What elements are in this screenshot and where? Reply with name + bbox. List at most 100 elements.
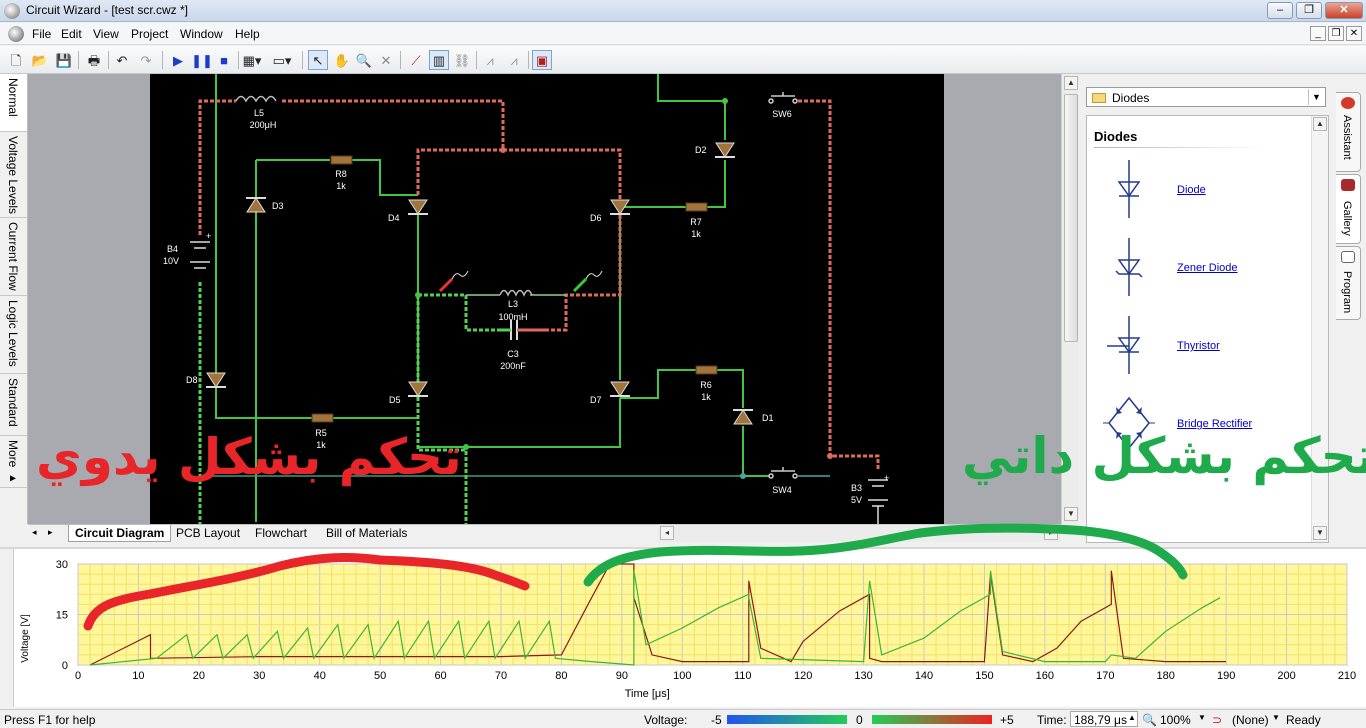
b3-value: 5V [851, 495, 862, 505]
time-up-icon[interactable]: ▲ [1128, 713, 1136, 722]
x-tick-label: 110 [734, 670, 752, 682]
scale-max: +5 [1000, 713, 1014, 727]
component-icon[interactable]: ▭▾ [272, 50, 292, 70]
undo-icon[interactable]: ↶ [112, 50, 132, 70]
zoom-dropdown-icon[interactable]: ▼ [1198, 713, 1206, 722]
pan-icon[interactable]: ✋ [332, 50, 352, 70]
app-window: Circuit Wizard - [test scr.cwz *] – ❐ ✕ … [0, 0, 1366, 728]
wire [798, 99, 880, 470]
x-axis-label: Time [μs] [625, 688, 670, 700]
document-icon[interactable] [8, 26, 24, 42]
r7-label: R7 [690, 217, 702, 227]
voltage-graph[interactable]: 0 10 20 30 40 50 60 70 80 90 100 110 120 130 140 150 160… [0, 549, 1366, 709]
resistor-r6 [695, 365, 718, 375]
menu-project[interactable]: Project [131, 27, 168, 41]
tab-prev-icon[interactable]: ◂ [32, 527, 37, 538]
print-icon[interactable]: 🖶 [84, 50, 104, 70]
x-tick-label: 150 [975, 670, 993, 682]
save-icon[interactable]: 💾 [54, 50, 74, 70]
wire [352, 159, 418, 196]
minimize-button[interactable]: – [1267, 2, 1293, 19]
scroll-down-icon[interactable]: ▼ [1064, 507, 1078, 521]
scroll-left-icon[interactable]: ◂ [660, 526, 674, 540]
mdi-minimize-button[interactable]: _ [1310, 26, 1326, 41]
tab-flowchart[interactable]: Flowchart [249, 525, 313, 542]
view-mode-tabs: Normal Voltage Levels Current Flow Logic… [0, 74, 28, 524]
gallery-icon[interactable]: ▣ [532, 50, 552, 70]
diode-d4 [408, 199, 428, 215]
menu-help[interactable]: Help [235, 27, 260, 41]
mdi-close-button[interactable]: ✕ [1346, 26, 1362, 41]
restore-button[interactable]: ❐ [1296, 2, 1322, 19]
tab-program[interactable]: Program [1336, 246, 1361, 320]
scroll-up-icon[interactable]: ▲ [1064, 76, 1078, 90]
bridge2-icon[interactable]: ⩘ [504, 50, 524, 70]
scroll-right-icon[interactable]: ▸ [1044, 526, 1058, 540]
menu-file[interactable]: File [32, 27, 51, 41]
scale-mid: 0 [856, 713, 863, 727]
c3-value: 200nF [500, 361, 526, 371]
gallery-link-diode[interactable]: Diode [1177, 184, 1206, 196]
chevron-down-icon[interactable]: ▼ [1308, 89, 1324, 105]
mdi-restore-button[interactable]: ❐ [1328, 26, 1344, 41]
redo-icon[interactable]: ↷ [136, 50, 156, 70]
tab-current-flow[interactable]: Current Flow [0, 218, 27, 296]
tab-bill-of-materials[interactable]: Bill of Materials [320, 525, 413, 542]
gallery-link-zener-diode[interactable]: Zener Diode [1177, 262, 1238, 274]
menu-view[interactable]: View [93, 27, 119, 41]
junction [463, 444, 469, 450]
play-icon[interactable]: ▶ [168, 50, 188, 70]
menu-window[interactable]: Window [180, 27, 223, 41]
new-icon[interactable]: 🗋 [6, 50, 26, 70]
probe-value[interactable]: (None) [1232, 713, 1269, 727]
tab-voltage-levels[interactable]: Voltage Levels [0, 132, 27, 218]
tab-next-icon[interactable]: ▸ [48, 527, 53, 538]
wire [545, 215, 622, 332]
wire [416, 295, 468, 524]
scroll-thumb[interactable] [1064, 94, 1078, 342]
tab-assistant[interactable]: Assistant [1336, 92, 1361, 172]
network-icon[interactable]: ⛓ [452, 50, 472, 70]
y-tick-label: 0 [62, 660, 68, 672]
probe-red [438, 270, 469, 293]
bridge-icon[interactable]: ⩘ [480, 50, 500, 70]
tab-more[interactable]: More ▸ [0, 436, 27, 488]
gallery-scroll-down-icon[interactable]: ▼ [1313, 526, 1327, 540]
zoom-icon[interactable]: 🔍 [354, 50, 374, 70]
graph-panel-grip[interactable] [0, 549, 14, 707]
tab-normal[interactable]: Normal [0, 74, 27, 132]
pause-icon[interactable]: ❚❚ [191, 50, 213, 70]
manual-control-annotation: تحكم بشكل يدوي [36, 428, 462, 486]
tab-pcb-layout[interactable]: PCB Layout [170, 525, 246, 542]
gallery-item-thyristor[interactable]: Thyristor [1087, 314, 1312, 384]
close-button[interactable]: ✕ [1325, 2, 1363, 19]
probe-icon[interactable]: ⟋ [406, 50, 426, 70]
gallery-box-icon [1341, 179, 1355, 191]
tab-circuit-diagram[interactable]: Circuit Diagram [68, 525, 172, 542]
tab-standard[interactable]: Standard [0, 374, 27, 436]
resistor-r7 [685, 202, 708, 212]
chip-icon[interactable]: ▦▾ [242, 50, 262, 70]
zoom-value[interactable]: 100% [1160, 713, 1191, 727]
tab-logic-levels[interactable]: Logic Levels [0, 296, 27, 374]
delete-icon[interactable]: ✕ [376, 50, 396, 70]
gallery-item-diode[interactable]: Diode [1087, 158, 1312, 228]
gallery-category-select[interactable]: Diodes ▼ [1086, 87, 1326, 107]
graph-icon[interactable]: ▥ [429, 50, 449, 70]
l3-value: 100mH [498, 312, 527, 322]
d6-label: D6 [590, 213, 602, 223]
open-icon[interactable]: 📂 [30, 50, 50, 70]
gallery-scroll-up-icon[interactable]: ▲ [1313, 117, 1327, 131]
tab-gallery[interactable]: Gallery [1336, 174, 1361, 244]
toolbar: 🗋 📂 💾 🖶 ↶ ↷ ▶ ❚❚ ■ ▦▾ ▭▾ ↖ ✋ 🔍 ✕ ⟋ ▥ ⛓ ⩘… [0, 46, 1366, 74]
gallery-link-thyristor[interactable]: Thyristor [1177, 340, 1220, 352]
select-icon[interactable]: ↖ [308, 50, 328, 70]
menu-edit[interactable]: Edit [61, 27, 82, 41]
horizontal-scrollbar[interactable]: ◂ ▸ [658, 524, 1061, 542]
diode-d7 [610, 381, 630, 397]
probe-dropdown-icon[interactable]: ▼ [1272, 713, 1280, 722]
gallery-item-zener-diode[interactable]: Zener Diode [1087, 236, 1312, 306]
stop-icon[interactable]: ■ [214, 50, 234, 70]
probe-green [572, 270, 603, 293]
app-icon [4, 3, 20, 19]
